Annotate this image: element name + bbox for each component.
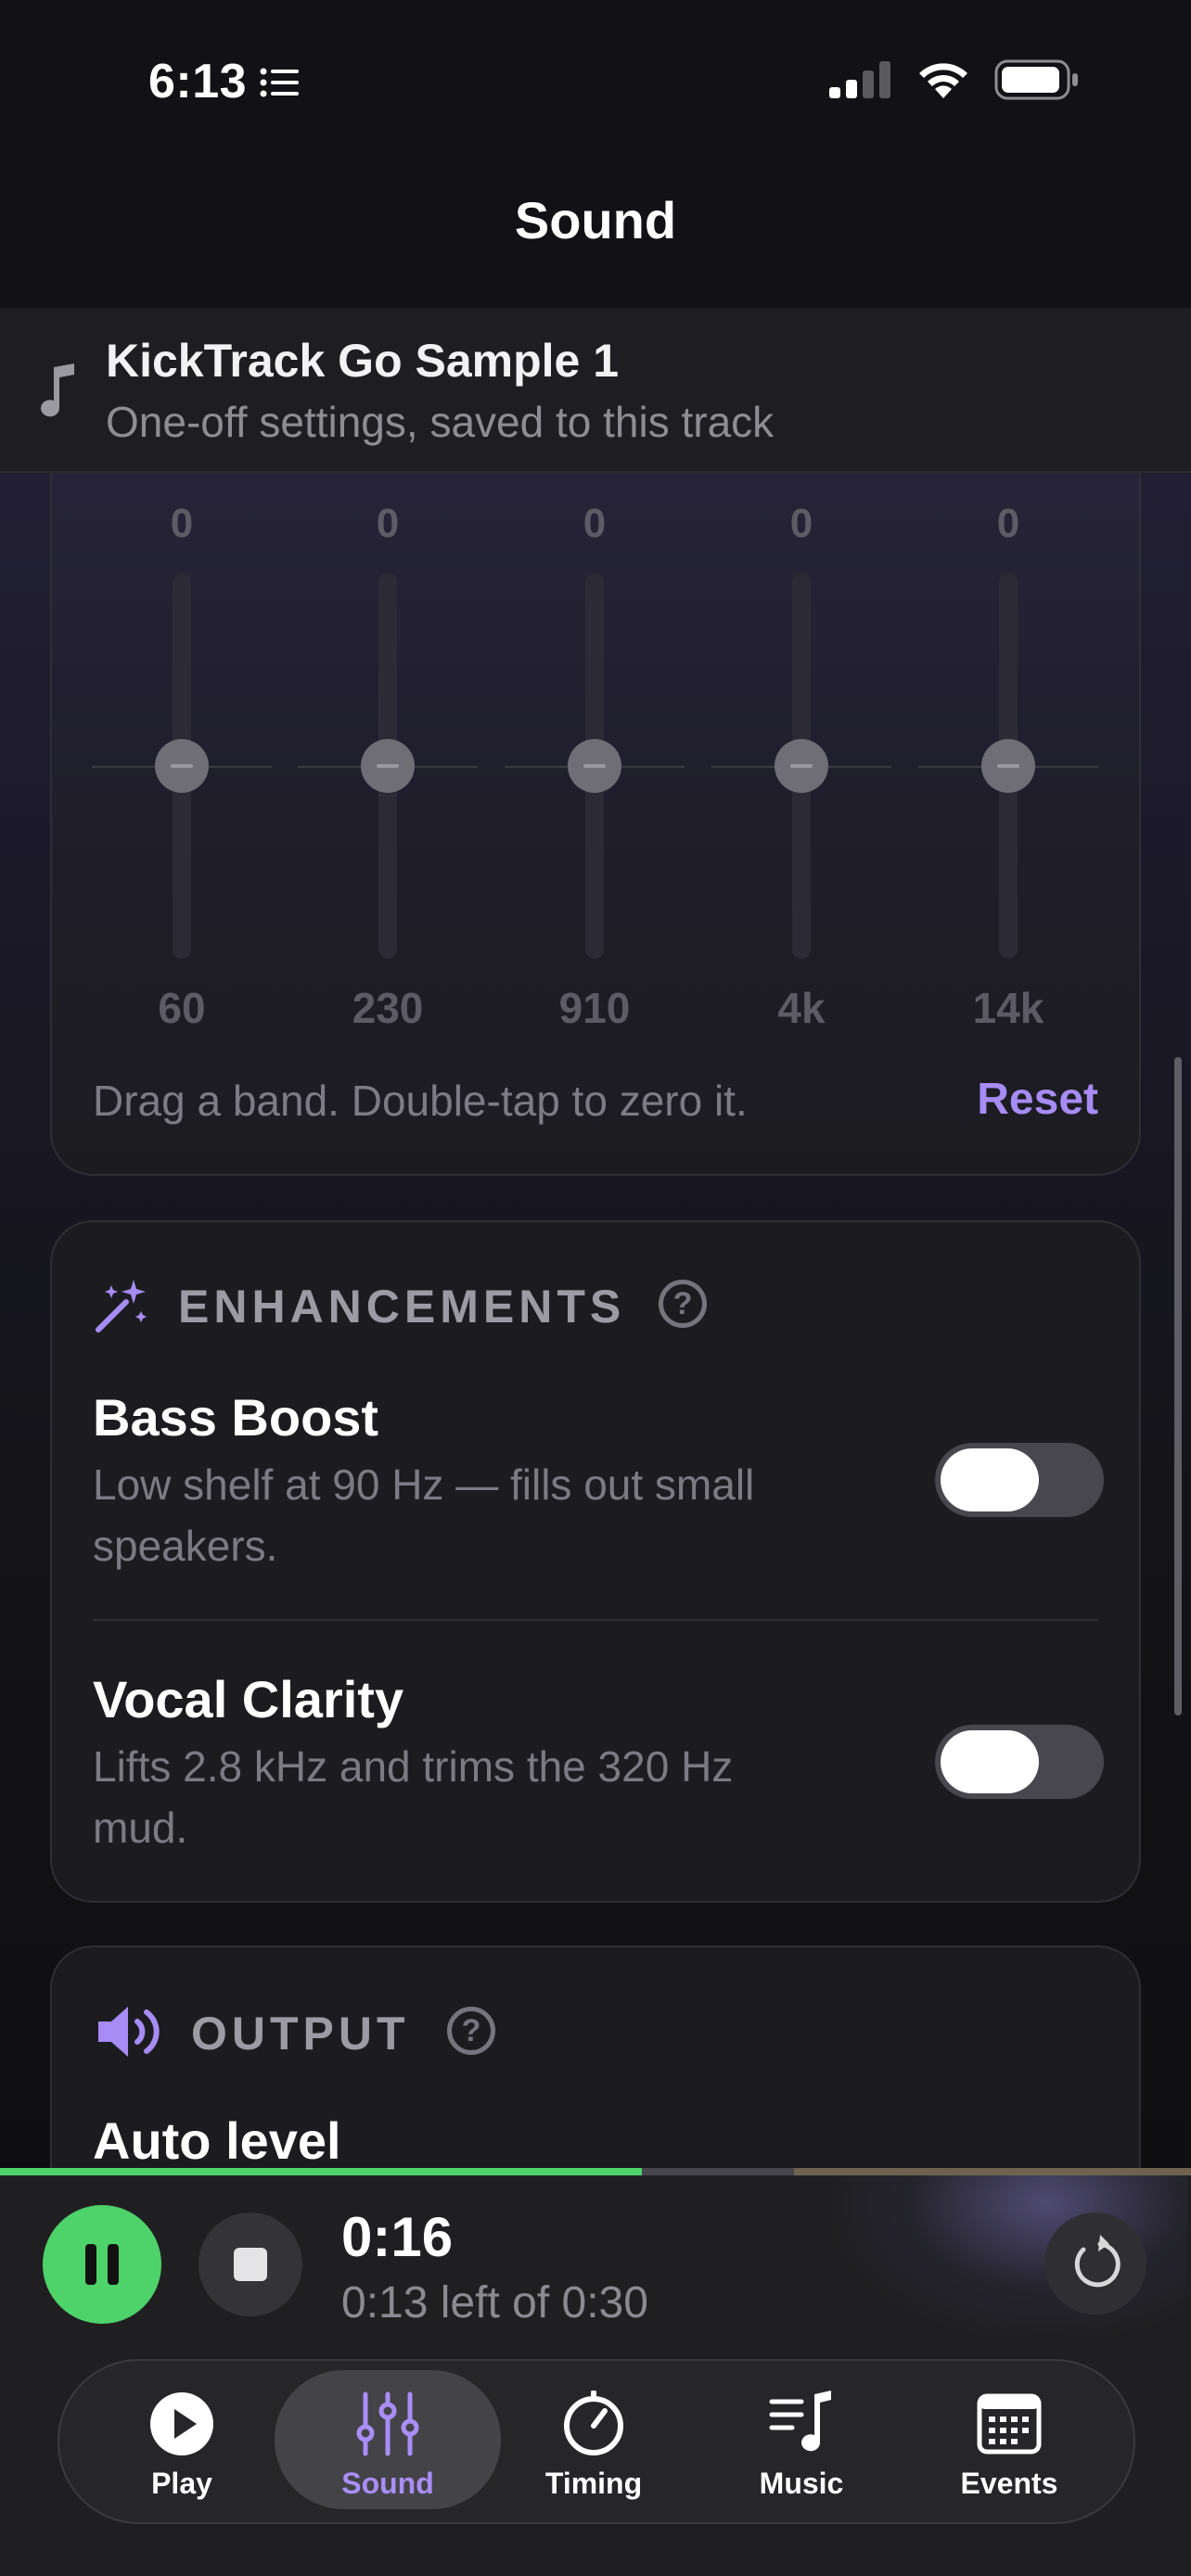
remaining-time: 0:13 left of 0:30 bbox=[341, 2278, 648, 2327]
elapsed-time: 0:16 bbox=[341, 2206, 454, 2268]
music-note-icon bbox=[41, 363, 74, 417]
music-list-icon bbox=[769, 2391, 831, 2452]
sliders-icon bbox=[356, 2391, 419, 2456]
stop-icon bbox=[234, 2248, 267, 2281]
eq-band-value: 0 bbox=[789, 501, 813, 546]
stop-button[interactable] bbox=[198, 2213, 302, 2316]
divider bbox=[93, 1619, 1098, 1621]
pause-icon bbox=[85, 2244, 119, 2285]
timer-icon bbox=[564, 2391, 623, 2455]
eq-band-value: 0 bbox=[376, 501, 400, 546]
status-indicators bbox=[829, 59, 1080, 100]
toggle-thumb bbox=[941, 1730, 1039, 1793]
tab-label: Music bbox=[759, 2467, 844, 2500]
eq-band-value: 0 bbox=[996, 501, 1020, 546]
track-name: KickTrack Go Sample 1 bbox=[106, 335, 620, 387]
play-circle-icon bbox=[150, 2392, 213, 2455]
track-subtitle: One-off settings, saved to this track bbox=[106, 398, 775, 446]
eq-band-value: 0 bbox=[170, 501, 194, 546]
battery-icon bbox=[994, 59, 1078, 100]
eq-band-frequency: 910 bbox=[558, 984, 631, 1032]
bass-boost-title: Bass Boost bbox=[93, 1388, 379, 1447]
scroll-indicator[interactable] bbox=[1174, 1057, 1182, 1715]
equalizer-hint: Drag a band. Double-tap to zero it. bbox=[93, 1077, 748, 1125]
vocal-clarity-toggle[interactable] bbox=[935, 1725, 1104, 1799]
bass-boost-description: Low shelf at 90 Hz — fills out small spe… bbox=[93, 1460, 755, 1570]
tab-music[interactable]: Music bbox=[709, 2370, 894, 2509]
list-icon bbox=[260, 68, 299, 97]
auto-level-title: Auto level bbox=[93, 2111, 341, 2170]
progress-fill bbox=[0, 2168, 642, 2175]
vocal-clarity-description: Lifts 2.8 kHz and trims the 320 Hz mud. bbox=[93, 1742, 734, 1852]
page-title: Sound bbox=[514, 191, 677, 249]
tab-label: Events bbox=[960, 2467, 1058, 2500]
status-time: 6:13 bbox=[148, 55, 248, 108]
bass-boost-toggle[interactable] bbox=[935, 1443, 1104, 1517]
progress-buffer bbox=[794, 2168, 1191, 2175]
output-heading: OUTPUT bbox=[191, 2008, 410, 2060]
output-help-icon[interactable]: ? bbox=[447, 2007, 495, 2055]
tab-sound[interactable]: Sound bbox=[275, 2370, 501, 2509]
tab-label: Timing bbox=[544, 2467, 643, 2500]
eq-band-frequency: 60 bbox=[158, 984, 206, 1032]
track-banner bbox=[0, 308, 1191, 473]
pause-button[interactable] bbox=[43, 2205, 161, 2324]
tab-label: Play bbox=[151, 2467, 212, 2500]
restart-icon bbox=[1074, 2235, 1121, 2288]
cellular-signal-icon bbox=[829, 61, 890, 98]
eq-band-handle[interactable] bbox=[361, 739, 415, 793]
eq-band-handle[interactable] bbox=[981, 739, 1035, 793]
restart-button[interactable] bbox=[1044, 2213, 1146, 2315]
speaker-icon bbox=[98, 2007, 160, 2057]
tab-label: Sound bbox=[341, 2467, 434, 2500]
eq-band-value: 0 bbox=[583, 501, 607, 546]
eq-band-handle[interactable] bbox=[775, 739, 828, 793]
eq-band-frequency: 230 bbox=[352, 984, 424, 1032]
toggle-thumb bbox=[941, 1448, 1039, 1511]
tab-play[interactable]: Play bbox=[89, 2370, 275, 2509]
tab-events[interactable]: Events bbox=[916, 2370, 1102, 2509]
eq-band-frequency: 14k bbox=[972, 984, 1044, 1032]
wifi-icon bbox=[919, 63, 967, 98]
calendar-icon bbox=[977, 2393, 1042, 2455]
eq-band-frequency: 4k bbox=[777, 984, 826, 1032]
reset-button[interactable]: Reset bbox=[977, 1074, 1098, 1125]
vocal-clarity-title: Vocal Clarity bbox=[93, 1670, 404, 1728]
tab-timing[interactable]: Timing bbox=[501, 2370, 686, 2509]
eq-band-handle[interactable] bbox=[155, 739, 209, 793]
enhancements-help-icon[interactable]: ? bbox=[659, 1280, 707, 1328]
eq-band-handle[interactable] bbox=[568, 739, 621, 793]
enhancements-heading: ENHANCEMENTS bbox=[178, 1281, 626, 1333]
magic-wand-icon bbox=[96, 1280, 147, 1333]
